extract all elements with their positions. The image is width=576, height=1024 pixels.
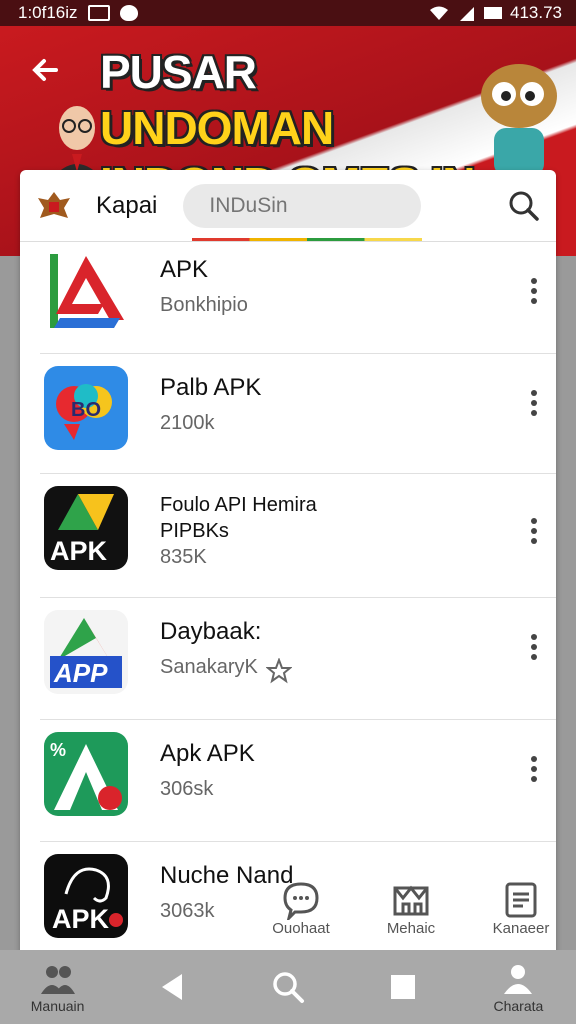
tab-label: Kanaeer [492, 920, 550, 937]
people-icon [40, 966, 75, 994]
battery-icon [484, 7, 502, 19]
search-icon [273, 972, 304, 1003]
search-input[interactable] [183, 183, 422, 228]
green-a-icon: % [44, 732, 128, 816]
nav-recents[interactable] [346, 968, 461, 1006]
store-icon [393, 885, 429, 916]
app-name: Foulo API Hemira PIPBKs [160, 494, 317, 542]
svg-text:APP: APP [53, 658, 108, 688]
app-subtitle: 835K [160, 546, 207, 568]
app-list-card: Kapai APK Bonkhipio BO Palb APK 2100 [20, 170, 556, 970]
apk-elephant-icon: APK [44, 854, 128, 938]
square-icon [391, 975, 416, 999]
more-options-icon[interactable] [528, 518, 540, 548]
search-header: Kapai [20, 170, 556, 242]
list-item[interactable]: BO Palb APK 2100k [40, 354, 556, 474]
app-name: APK [160, 256, 209, 283]
chat-bubble-icon [283, 882, 319, 920]
star-icon[interactable] [266, 658, 292, 684]
status-right-text: 413.73 [510, 3, 562, 22]
app-name: Apk APK [160, 740, 255, 767]
list-item[interactable]: APK Foulo API Hemira PIPBKs 835K [40, 474, 556, 598]
list-item[interactable]: % Apk APK 306sk [40, 720, 556, 842]
svg-text:APK: APK [50, 536, 108, 566]
list-item[interactable]: APP Daybaak: SanakaryK [40, 598, 556, 720]
svg-text:APK: APK [52, 904, 110, 934]
arrow-left-icon [32, 59, 58, 81]
svg-text:BO: BO [71, 399, 101, 421]
search-label: Kapai [96, 191, 158, 219]
app-subtitle: 306sk [160, 778, 214, 800]
back-triangle-icon [161, 974, 182, 1000]
person-icon [504, 965, 533, 994]
apk-black-icon: APK [44, 486, 128, 570]
app-name: Palb APK [160, 374, 262, 401]
nav-people[interactable]: Manuain [0, 960, 115, 1014]
signal-icon [460, 7, 474, 21]
tab-label: Mehaic [386, 920, 436, 937]
app-name: Daybaak: [160, 618, 262, 645]
garuda-emblem-icon [38, 191, 70, 218]
nav-back[interactable] [115, 968, 230, 1006]
mascot-illustration [481, 64, 557, 176]
back-button[interactable] [26, 50, 66, 90]
more-options-icon[interactable] [528, 756, 540, 786]
status-time: 1:0f16iz [18, 3, 78, 22]
app-subtitle: Bonkhipio [160, 294, 248, 316]
chat-notification-icon [119, 5, 138, 21]
document-icon [505, 882, 537, 918]
color-underline [192, 238, 422, 241]
tab-chat[interactable]: Ouohaat [246, 868, 356, 950]
more-options-icon[interactable] [528, 278, 540, 308]
nav-label: Manuain [30, 998, 85, 1014]
more-options-icon[interactable] [528, 634, 540, 664]
tab-documents[interactable]: Kanaeer [466, 868, 576, 950]
banner-title-white: PUSAR [100, 46, 257, 98]
nav-profile[interactable]: Charata [461, 960, 576, 1014]
app-subtitle: 2100k [160, 412, 215, 434]
image-notification-icon [87, 5, 110, 21]
app-subtitle: 3063k [160, 900, 215, 922]
app-blue-icon: APP [44, 610, 128, 694]
nav-label: Charata [493, 998, 544, 1014]
more-options-icon[interactable] [528, 390, 540, 420]
nav-search[interactable] [230, 968, 345, 1006]
tab-label: Ouohaat [272, 920, 330, 937]
list-item[interactable]: APK Bonkhipio [40, 242, 556, 354]
red-blue-a-icon [44, 248, 128, 332]
status-bar: 1:0f16iz 413.73 [0, 0, 576, 26]
system-nav-bar: Manuain Charata [0, 950, 576, 1024]
wifi-icon [430, 6, 448, 20]
banner-title-yellow: UNDOMAN [100, 102, 334, 154]
svg-text:%: % [50, 740, 66, 760]
tab-store[interactable]: Mehaic [356, 868, 466, 950]
colorful-blob-icon: BO [44, 366, 128, 450]
app-subtitle: SanakaryK [160, 656, 258, 678]
search-icon[interactable] [506, 188, 542, 224]
bottom-tab-bar: Ouohaat Mehaic Kanaeer [246, 868, 576, 950]
